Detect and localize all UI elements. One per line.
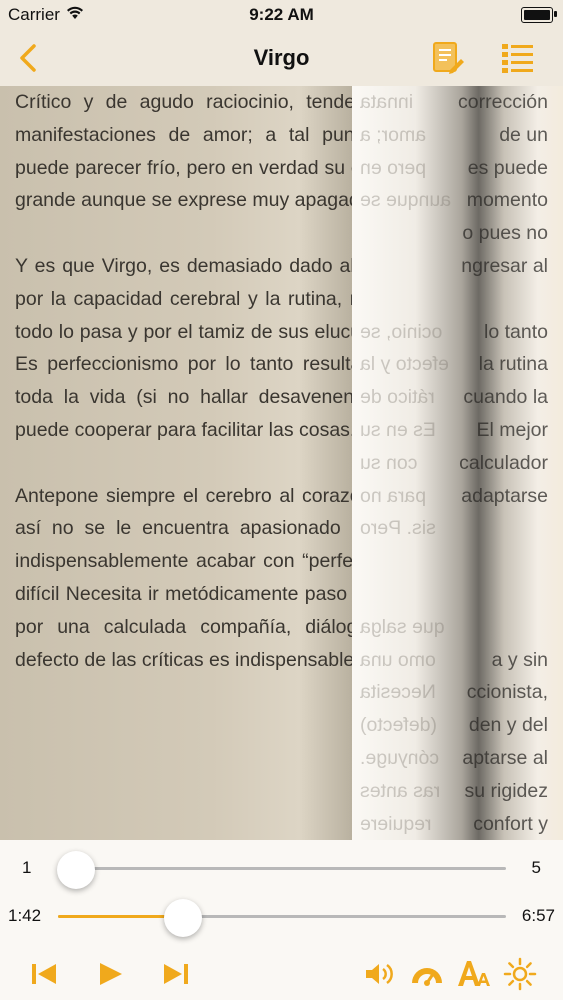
previous-button[interactable] bbox=[26, 956, 62, 992]
status-time: 9:22 AM bbox=[249, 5, 314, 24]
page-edge-line: adaptarse bbox=[461, 484, 548, 507]
page-edge-line: ccionista, bbox=[466, 681, 548, 704]
page-edge-line: calculador bbox=[459, 451, 548, 474]
volume-button[interactable] bbox=[362, 956, 398, 992]
page-edge-line: ngresar al bbox=[461, 254, 548, 277]
page-edge-line: El mejor bbox=[476, 418, 548, 441]
list-icon bbox=[502, 44, 533, 73]
page-edge-line: la rutina bbox=[478, 353, 548, 376]
total-time: 6:57 bbox=[521, 906, 555, 925]
status-bar: Carrier 9:22 AM bbox=[0, 0, 563, 30]
wifi-icon bbox=[66, 5, 84, 25]
page-edge-line: aptarse al bbox=[462, 746, 548, 769]
paragraph: Y es que Virgo, es demasiado dado al rac… bbox=[15, 254, 352, 441]
playback-speed-button[interactable] bbox=[409, 956, 445, 992]
page-edge-line bbox=[352, 283, 548, 316]
current-page-text: Crítico y de agudo raciocinio, tendencia… bbox=[0, 86, 352, 840]
brightness-button[interactable] bbox=[502, 956, 538, 992]
navigation-bar: Virgo bbox=[0, 30, 563, 86]
page-edge-line bbox=[352, 611, 548, 644]
speed-icon bbox=[412, 968, 442, 986]
page-edge-line: o pues no bbox=[462, 222, 548, 245]
carrier-group: Carrier bbox=[0, 5, 84, 25]
next-button[interactable] bbox=[158, 956, 194, 992]
page-edge-line bbox=[352, 578, 548, 611]
font-size-icon bbox=[458, 961, 490, 986]
player-controls: 1 5 1:42 6:57 bbox=[0, 840, 563, 1000]
font-size-button[interactable] bbox=[455, 956, 491, 992]
book-page[interactable]: Crítico y de agudo raciocinio, tendencia… bbox=[0, 86, 563, 840]
page-max-label: 5 bbox=[531, 858, 541, 877]
page-min-label: 1 bbox=[22, 858, 32, 877]
page-edge-line: a y sin bbox=[491, 648, 548, 671]
bottom-toolbar bbox=[0, 948, 563, 1000]
skip-forward-icon bbox=[164, 964, 188, 984]
carrier-label: Carrier bbox=[8, 5, 60, 24]
page-slider-thumb[interactable] bbox=[57, 851, 95, 889]
page-title: Virgo bbox=[253, 45, 310, 70]
volume-icon bbox=[366, 963, 393, 985]
brightness-icon bbox=[503, 957, 537, 991]
elapsed-time: 1:42 bbox=[8, 906, 42, 925]
play-icon bbox=[100, 963, 122, 985]
play-button[interactable] bbox=[92, 956, 128, 992]
page-edge-line: es puede bbox=[467, 156, 548, 179]
page-edge-line: momento bbox=[466, 189, 548, 212]
page-slider-row: 1 5 bbox=[0, 848, 563, 889]
page-edge-line bbox=[352, 512, 548, 545]
page-edge-line: den y del bbox=[468, 714, 548, 737]
page-edge-line: su rigidez bbox=[464, 779, 548, 802]
audio-progress-track[interactable] bbox=[58, 915, 506, 918]
paragraph: Antepone siempre el cerebro al corazón, … bbox=[15, 484, 352, 671]
audio-progress-thumb[interactable] bbox=[164, 899, 203, 937]
skip-back-icon bbox=[32, 964, 56, 984]
page-edge-line: lo tanto bbox=[484, 320, 548, 343]
next-page-text-edge: corrección de un es puede momento o pues no n… bbox=[352, 86, 548, 840]
page-edge-line: cuando la bbox=[463, 386, 548, 409]
page-edge-line bbox=[352, 545, 548, 578]
edit-note-icon bbox=[433, 42, 464, 74]
paragraph: Crítico y de agudo raciocinio, tendencia… bbox=[15, 91, 352, 212]
edit-note-button[interactable] bbox=[430, 40, 466, 76]
page-edge-line: corrección bbox=[458, 91, 548, 113]
audio-slider-row: 1:42 6:57 bbox=[0, 896, 563, 937]
page-edge-line: confort y bbox=[473, 812, 548, 835]
page-edge-line: de un bbox=[499, 123, 548, 146]
table-of-contents-button[interactable] bbox=[500, 42, 536, 76]
page-curl[interactable]: innata amor; a pero en aunque se ocinio, se e… bbox=[352, 86, 563, 840]
page-slider-track[interactable] bbox=[58, 867, 506, 870]
battery-icon bbox=[521, 7, 557, 23]
page-text-body: Crítico y de agudo raciocinio, tendencia… bbox=[15, 86, 352, 709]
